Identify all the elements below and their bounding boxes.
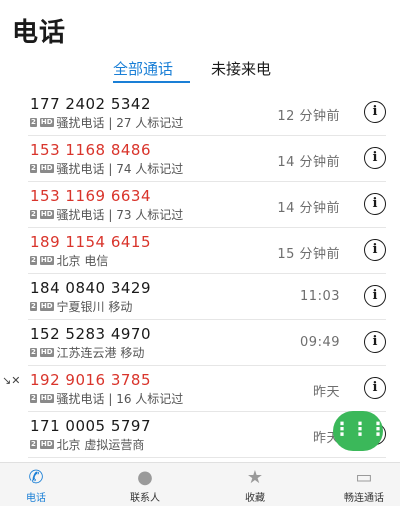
call-list: 177 2402 5342 2 HD 骚扰电话 | 27 人标记过 12 分钟前 i… — [0, 90, 400, 458]
caller-info: 骚扰电话 | 16 人标记过 — [56, 392, 184, 406]
nav-phone[interactable]: ✆ 电话 — [0, 467, 76, 504]
sim-badge: 2 — [30, 118, 37, 127]
video-call-icon: ▭ — [355, 467, 373, 488]
info-icon[interactable]: i — [364, 285, 386, 307]
call-time: 15 分钟前 — [277, 247, 340, 262]
hd-badge: HD — [39, 256, 54, 265]
caller-info: 北京 虚拟运营商 — [56, 438, 145, 452]
sim-badge: 2 — [30, 302, 37, 311]
nav-label: 电话 — [26, 493, 46, 504]
hd-badge: HD — [39, 164, 54, 173]
info-icon[interactable]: i — [364, 331, 386, 353]
hd-badge: HD — [39, 348, 54, 357]
hd-badge: HD — [39, 118, 54, 127]
nav-label: 畅连通话 — [344, 493, 384, 504]
phone-number: 189 1154 6415 — [30, 233, 152, 251]
info-icon[interactable]: i — [364, 101, 386, 123]
phone-number: 153 1168 8486 — [30, 141, 152, 159]
person-icon: ● — [137, 467, 153, 488]
call-row[interactable]: 152 5283 4970 2 HD 江苏连云港 移动 09:49 i — [28, 320, 386, 366]
missed-call-icon: ↘✕ — [2, 374, 21, 387]
sim-badge: 2 — [30, 164, 37, 173]
phone-number: 192 9016 3785 — [30, 371, 152, 389]
call-time: 12 分钟前 — [277, 109, 340, 124]
hd-badge: HD — [39, 440, 54, 449]
call-row[interactable]: 177 2402 5342 2 HD 骚扰电话 | 27 人标记过 12 分钟前 i — [28, 90, 386, 136]
call-row[interactable]: 189 1154 6415 2 HD 北京 电信 15 分钟前 i — [28, 228, 386, 274]
call-time: 11:03 — [300, 289, 340, 304]
info-icon[interactable]: i — [364, 193, 386, 215]
sim-badge: 2 — [30, 348, 37, 357]
dialpad-button[interactable]: ⋮⋮⋮ — [333, 411, 387, 451]
call-detail: 2 HD 北京 电信 — [30, 252, 108, 269]
sim-badge: 2 — [30, 440, 37, 449]
call-detail: 2 HD 骚扰电话 | 74 人标记过 — [30, 160, 183, 177]
call-time: 昨天 — [312, 385, 340, 400]
hd-badge: HD — [39, 302, 54, 311]
call-row[interactable]: 192 9016 3785 2 HD 骚扰电话 | 16 人标记过 昨天 i — [28, 366, 386, 412]
call-row[interactable]: 184 0840 3429 2 HD 宁夏银川 移动 11:03 i — [28, 274, 386, 320]
caller-info: 宁夏银川 移动 — [56, 300, 133, 314]
call-time: 14 分钟前 — [277, 201, 340, 216]
call-time: 09:49 — [300, 335, 340, 350]
tab-indicator — [113, 81, 190, 83]
call-tabs: 全部通话 未接来电 — [0, 58, 400, 86]
page-title: 电话 — [12, 18, 67, 48]
call-detail: 2 HD 江苏连云港 移动 — [30, 344, 144, 361]
nav-label: 收藏 — [245, 493, 265, 504]
nav-label: 联系人 — [130, 493, 160, 504]
phone-number: 177 2402 5342 — [30, 95, 152, 113]
sim-badge: 2 — [30, 210, 37, 219]
caller-info: 骚扰电话 | 73 人标记过 — [56, 208, 184, 222]
phone-number: 184 0840 3429 — [30, 279, 152, 297]
info-icon[interactable]: i — [364, 239, 386, 261]
hd-badge: HD — [39, 210, 54, 219]
call-row[interactable]: 153 1169 6634 2 HD 骚扰电话 | 73 人标记过 14 分钟前 i — [28, 182, 386, 228]
tab-missed-calls[interactable]: 未接来电 — [211, 58, 271, 79]
sim-badge: 2 — [30, 394, 37, 403]
nav-favorites[interactable]: ★ 收藏 — [215, 467, 295, 504]
phone-icon: ✆ — [28, 467, 44, 488]
info-icon[interactable]: i — [364, 147, 386, 169]
info-icon[interactable]: i — [364, 377, 386, 399]
nav-meetime[interactable]: ▭ 畅连通话 — [324, 467, 400, 504]
phone-number: 152 5283 4970 — [30, 325, 152, 343]
caller-info: 骚扰电话 | 74 人标记过 — [56, 162, 184, 176]
caller-info: 骚扰电话 | 27 人标记过 — [56, 116, 184, 130]
caller-info: 江苏连云港 移动 — [56, 346, 145, 360]
sim-badge: 2 — [30, 256, 37, 265]
caller-info: 北京 电信 — [56, 254, 109, 268]
call-detail: 2 HD 骚扰电话 | 73 人标记过 — [30, 206, 183, 223]
phone-number: 153 1169 6634 — [30, 187, 152, 205]
call-time: 14 分钟前 — [277, 155, 340, 170]
star-icon: ★ — [246, 467, 264, 488]
call-detail: 2 HD 骚扰电话 | 27 人标记过 — [30, 114, 183, 131]
nav-contacts[interactable]: ● 联系人 — [105, 467, 185, 504]
hd-badge: HD — [39, 394, 54, 403]
bottom-nav: ✆ 电话 ● 联系人 ★ 收藏 ▭ 畅连通话 — [0, 462, 400, 506]
tab-all-calls[interactable]: 全部通话 — [113, 58, 173, 79]
call-detail: 2 HD 宁夏银川 移动 — [30, 298, 132, 315]
phone-number: 171 0005 5797 — [30, 417, 152, 435]
call-detail: 2 HD 骚扰电话 | 16 人标记过 — [30, 390, 183, 407]
phone-app: 电话 全部通话 未接来电 177 2402 5342 2 HD 骚扰电话 | 27 … — [0, 0, 400, 506]
call-row[interactable]: 153 1168 8486 2 HD 骚扰电话 | 74 人标记过 14 分钟前 i — [28, 136, 386, 182]
call-detail: 2 HD 北京 虚拟运营商 — [30, 436, 144, 453]
